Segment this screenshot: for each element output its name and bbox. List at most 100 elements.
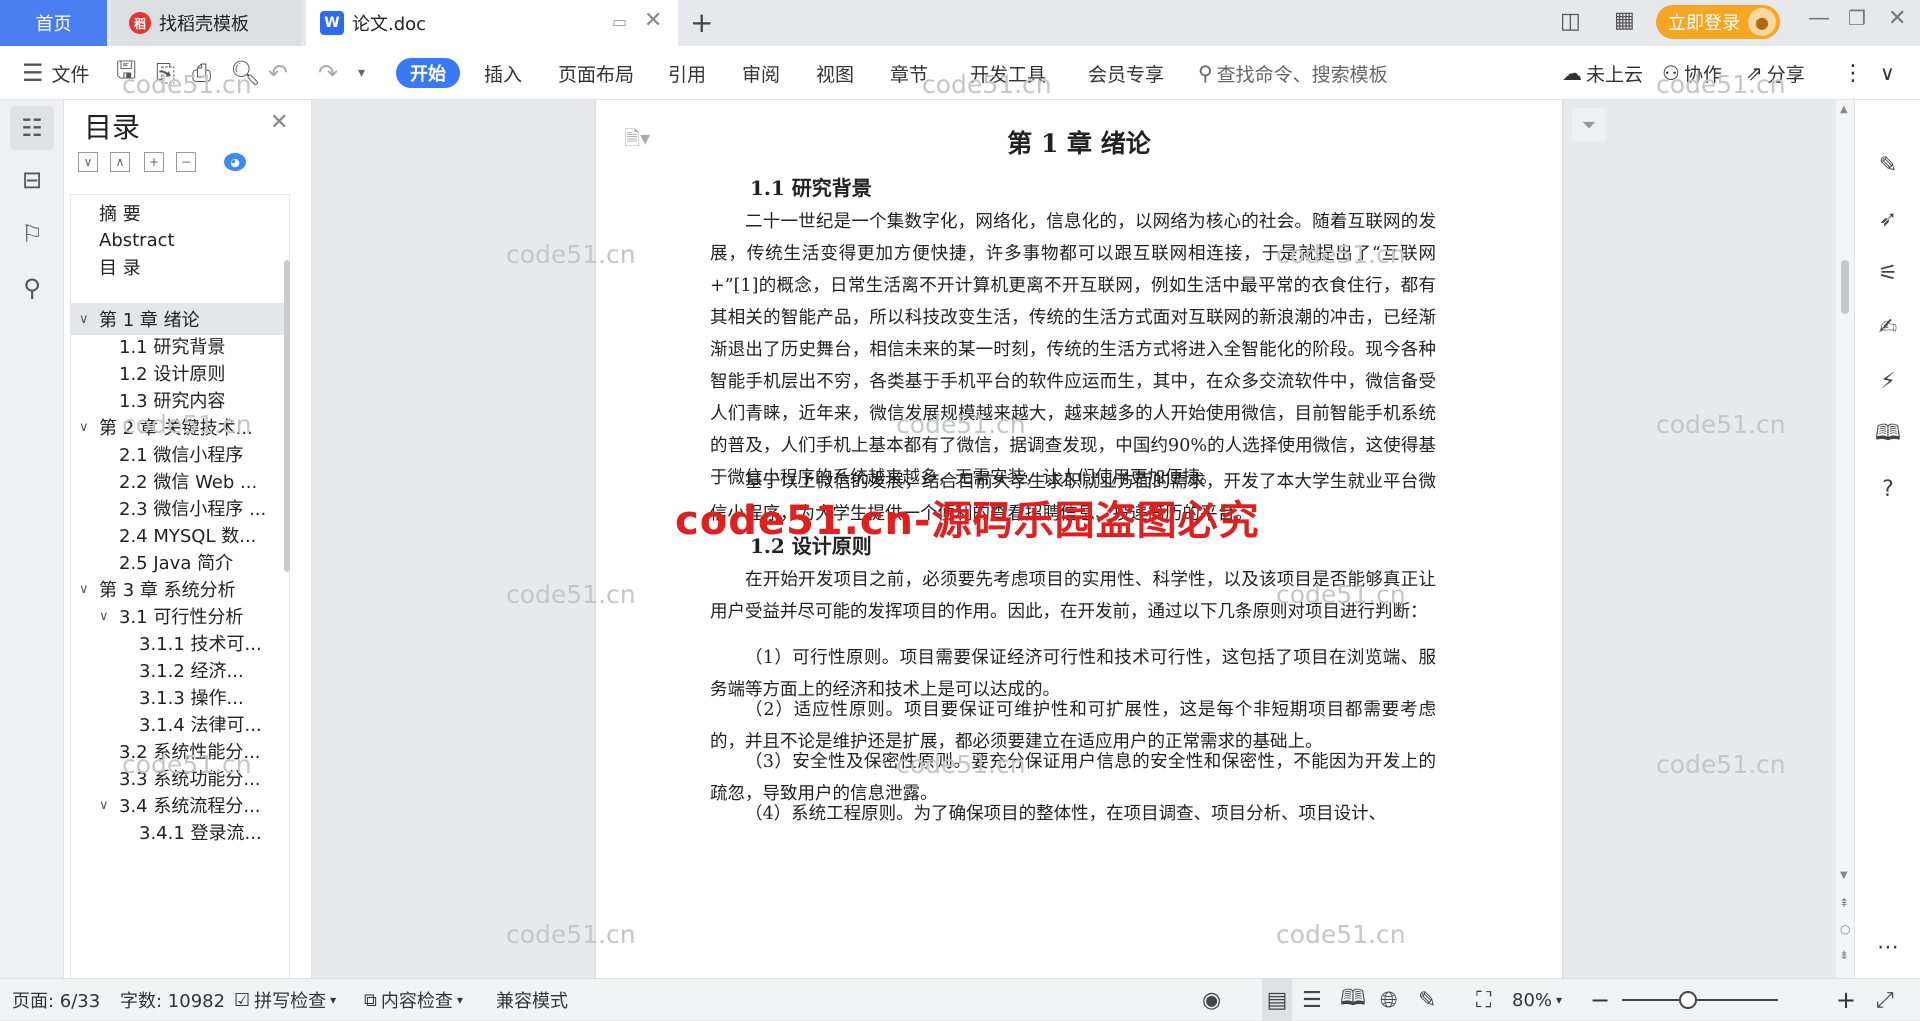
export-icon[interactable]: ⎘	[156, 46, 175, 100]
toc-item[interactable]: 3.4.1 登录流...	[71, 816, 287, 848]
toc-item-label: 3.3 系统功能分...	[119, 769, 261, 790]
next-page-icon[interactable]: ⇟	[1839, 948, 1849, 962]
toc-list: 摘 要 Abstract 目 录 ∨ 第 1 章 绪论 1.1 研究背景 1.2 设计原则 1…	[70, 194, 290, 978]
tab-member[interactable]: 会员专享	[1088, 46, 1164, 100]
zoom-slider[interactable]	[1622, 999, 1778, 1001]
restore-icon[interactable]: ❐	[1848, 6, 1866, 30]
web-view-icon[interactable]: 🌐︎	[1380, 979, 1398, 1021]
select-cursor-icon[interactable]: ➶	[1873, 204, 1903, 234]
toc-panel: 目录 ✕ ∨ ∧ + − ◕ 摘 要 Abstract 目 录 ∨ 第 1 章 绪论 1.…	[64, 100, 312, 978]
expand-icon[interactable]: ∨	[78, 152, 98, 172]
file-menu[interactable]: ☰ 文件	[22, 46, 90, 100]
tab-home-label: 首页	[35, 14, 72, 35]
tab-developer[interactable]: 开发工具	[970, 46, 1046, 100]
minimize-icon[interactable]: —	[1808, 6, 1830, 31]
toc-scrollbar[interactable]	[284, 260, 290, 572]
toc-expand-arrow-icon[interactable]: ∨	[79, 582, 95, 597]
eye-protection-icon[interactable]: ◉	[1202, 979, 1221, 1021]
page-counter[interactable]: 页面: 6/33	[12, 979, 100, 1021]
collapse-ribbon-icon[interactable]: ∨	[1880, 46, 1895, 100]
zoom-slider-handle[interactable]	[1678, 991, 1697, 1009]
tab-references[interactable]: 引用	[668, 46, 706, 100]
scroll-down-icon[interactable]: ▼	[1840, 870, 1848, 881]
more-icon[interactable]: ⋮	[1842, 46, 1864, 100]
ai-assist-icon[interactable]: ◕	[224, 153, 246, 171]
tab-chapter[interactable]: 章节	[890, 46, 928, 100]
zoom-out-icon[interactable]: −	[1590, 979, 1610, 1021]
preview-icon[interactable]: 🔍︎	[230, 46, 260, 100]
tab-view[interactable]: 视图	[816, 46, 854, 100]
read-view-icon[interactable]: 🕮	[1340, 979, 1366, 1021]
login-button[interactable]: 立即登录 ●	[1656, 5, 1780, 39]
toc-expand-arrow-icon[interactable]: ∨	[79, 312, 95, 327]
outline-view-icon[interactable]: ☰	[1302, 979, 1322, 1021]
tab-insert[interactable]: 插入	[484, 46, 522, 100]
add-heading-icon[interactable]: +	[144, 152, 164, 172]
toc-expand-arrow-icon[interactable]: ∨	[79, 420, 95, 435]
write-mode-icon[interactable]: ✎	[1418, 979, 1436, 1021]
new-tab-icon[interactable]: +	[690, 6, 713, 39]
cloud-status[interactable]: ☁ 未上云	[1562, 46, 1643, 100]
scroll-up-icon[interactable]: ▲	[1840, 104, 1848, 115]
content-check-button[interactable]: ⧉ 内容检查 ▾	[364, 979, 463, 1021]
redo-icon[interactable]: ↷	[318, 46, 338, 100]
left-rail: ☷ ⊟ ⚐ ⚲	[0, 100, 64, 978]
help-icon[interactable]: ?	[1873, 474, 1903, 504]
bookmark-icon[interactable]: ⚐	[10, 212, 54, 256]
tab-close-icon[interactable]: ✕	[644, 8, 662, 33]
collab-button[interactable]: ⚇ 协作	[1662, 46, 1722, 100]
share-button[interactable]: ⇗ 分享	[1746, 46, 1805, 100]
more-tools-icon[interactable]: ⋯	[1873, 932, 1903, 962]
select-browse-icon[interactable]: ○	[1840, 922, 1850, 936]
chapter-nav-icon[interactable]: ⊟	[10, 158, 54, 202]
pen-icon[interactable]: ✎	[1873, 150, 1903, 180]
tab-review-label: 审阅	[742, 63, 781, 86]
tab-document[interactable]: W 论文.doc ▭ ✕	[306, 0, 678, 46]
ai-writing-icon[interactable]: ✍	[1873, 312, 1903, 342]
toc-item-label: Abstract	[99, 229, 175, 251]
toc-close-icon[interactable]: ✕	[270, 110, 288, 135]
file-label: 文件	[51, 63, 90, 86]
word-count[interactable]: 字数: 10982	[120, 979, 225, 1021]
window-close-icon[interactable]: ✕	[1888, 6, 1906, 31]
save-icon[interactable]: 🖫	[116, 46, 136, 100]
toc-expand-arrow-icon[interactable]: ∨	[99, 798, 115, 813]
print-icon[interactable]: ⎙	[192, 46, 211, 100]
zoom-in-icon[interactable]: +	[1836, 979, 1856, 1021]
apps-grid-icon[interactable]: ▦	[1614, 8, 1635, 33]
plugin-icon[interactable]: ⚡	[1873, 366, 1903, 396]
layout-icon[interactable]: ◫	[1560, 9, 1581, 34]
undo-icon[interactable]: ↶	[268, 46, 288, 100]
toc-expand-arrow-icon[interactable]: ∨	[99, 609, 115, 624]
float-window-icon[interactable]: ▭	[612, 12, 627, 31]
command-search[interactable]: ⚲ 查找命令、搜索模板	[1198, 46, 1388, 100]
page-view-icon[interactable]: ▤	[1262, 979, 1292, 1021]
fit-page-icon[interactable]: ⛶	[1476, 979, 1491, 1021]
tab-home[interactable]: 首页	[0, 0, 107, 46]
search-icon[interactable]: ⚲	[10, 266, 54, 310]
fullscreen-icon[interactable]: ⤢	[1876, 979, 1894, 1021]
read-mode-icon[interactable]: 🕮	[1873, 420, 1903, 450]
collapse-icon[interactable]: ∧	[110, 152, 130, 172]
tab-page-layout[interactable]: 页面布局	[558, 46, 634, 100]
format-filter-icon[interactable]: ⏷	[1572, 108, 1606, 142]
tab-review[interactable]: 审阅	[742, 46, 780, 100]
tab-start[interactable]: 开始	[396, 58, 460, 88]
prev-page-icon[interactable]: ⇞	[1839, 896, 1849, 910]
zoom-select[interactable]: 80% ▾	[1512, 979, 1562, 1021]
scroll-thumb[interactable]	[1841, 260, 1849, 314]
status-bar: 页面: 6/33 字数: 10982 ☑ 拼写检查 ▾ ⧉ 内容检查 ▾ 兼容模…	[0, 978, 1920, 1021]
spell-check-button[interactable]: ☑ 拼写检查 ▾	[234, 979, 336, 1021]
toc-item[interactable]: 目 录	[71, 251, 287, 283]
search-icon: ⚲	[1198, 61, 1213, 85]
adjust-icon[interactable]: ⚟	[1873, 258, 1903, 288]
remove-heading-icon[interactable]: −	[176, 152, 196, 172]
toc-item-label: 2.5 Java 简介	[119, 553, 234, 574]
toc-item-label: 2.2 微信 Web ...	[119, 472, 258, 493]
tab-template[interactable]: 稻 找稻壳模板	[111, 0, 301, 46]
toc-icon[interactable]: ☷	[10, 106, 54, 150]
quick-access-dropdown-icon[interactable]: ▾	[358, 46, 365, 100]
content-check-icon: ⧉	[364, 989, 377, 1011]
document-scrollbar[interactable]: ▲ ▼ ⇞ ○ ⇟	[1836, 100, 1854, 978]
toc-item-label: 目 录	[99, 258, 141, 279]
